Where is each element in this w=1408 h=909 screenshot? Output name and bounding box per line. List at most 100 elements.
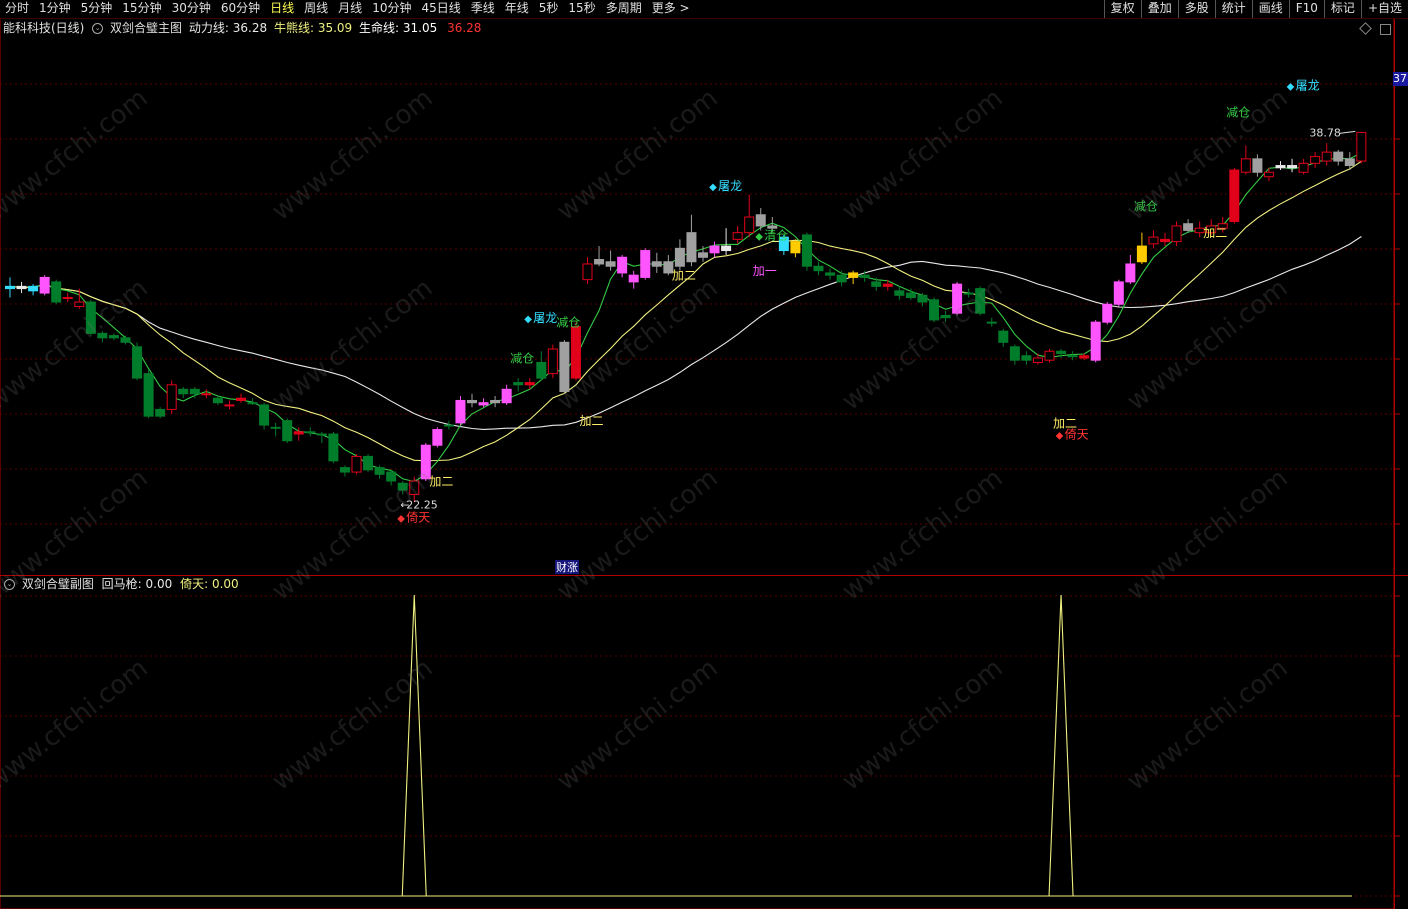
- candle[interactable]: [166, 380, 177, 414]
- candle[interactable]: [270, 422, 281, 437]
- candle[interactable]: [212, 396, 223, 405]
- candle[interactable]: [1183, 219, 1194, 233]
- candle[interactable]: [686, 214, 697, 267]
- candle[interactable]: [28, 284, 39, 296]
- candle[interactable]: [1356, 131, 1367, 164]
- period-tab[interactable]: 分时: [0, 0, 34, 18]
- tool-button[interactable]: 复权: [1103, 0, 1141, 18]
- candle[interactable]: [755, 208, 766, 231]
- candle[interactable]: [432, 427, 443, 448]
- tool-button[interactable]: 标记: [1323, 0, 1361, 18]
- candle[interactable]: [998, 328, 1009, 347]
- candle[interactable]: [85, 299, 96, 336]
- period-tab[interactable]: 日线: [265, 0, 299, 18]
- period-tab[interactable]: 周线: [299, 0, 333, 18]
- candle[interactable]: [1102, 302, 1113, 325]
- period-tab[interactable]: 更多 >: [647, 0, 695, 18]
- candle[interactable]: [790, 239, 801, 258]
- candle[interactable]: [120, 335, 131, 345]
- candle[interactable]: [397, 481, 408, 495]
- candle[interactable]: [1240, 145, 1251, 175]
- candle[interactable]: [259, 402, 270, 430]
- candle[interactable]: [282, 418, 293, 443]
- tool-button[interactable]: 多股: [1177, 0, 1215, 18]
- candle[interactable]: [1252, 154, 1263, 177]
- period-tab[interactable]: 月线: [333, 0, 367, 18]
- sub-indicator-name[interactable]: 双剑合璧副图: [22, 577, 94, 591]
- candle[interactable]: [721, 228, 732, 256]
- candle[interactable]: [1310, 152, 1321, 168]
- period-tab[interactable]: 45日线: [416, 0, 465, 18]
- candle[interactable]: [1275, 161, 1286, 171]
- candle[interactable]: [1263, 167, 1274, 182]
- candle[interactable]: [674, 239, 685, 271]
- tool-button[interactable]: +自选: [1360, 0, 1408, 18]
- candle[interactable]: [51, 279, 62, 305]
- candle[interactable]: [836, 270, 847, 287]
- candle[interactable]: [1171, 221, 1182, 247]
- period-tab[interactable]: 10分钟: [367, 0, 416, 18]
- tool-button[interactable]: 统计: [1214, 0, 1252, 18]
- candle[interactable]: [986, 317, 997, 327]
- candle[interactable]: [1333, 149, 1344, 166]
- candle[interactable]: [882, 279, 893, 291]
- candle[interactable]: [1032, 353, 1043, 365]
- tool-button[interactable]: F10: [1288, 0, 1324, 18]
- candle[interactable]: [801, 232, 812, 271]
- tool-button[interactable]: 叠加: [1140, 0, 1178, 18]
- period-tab[interactable]: 季线: [466, 0, 500, 18]
- tool-button[interactable]: 画线: [1251, 0, 1289, 18]
- candle[interactable]: [201, 389, 212, 399]
- candle[interactable]: [651, 252, 662, 273]
- candle[interactable]: [178, 387, 189, 399]
- candle[interactable]: [5, 277, 15, 298]
- period-tab[interactable]: 5秒: [534, 0, 564, 18]
- candle[interactable]: [929, 297, 939, 323]
- settings-circle-icon[interactable]: ⌄: [92, 23, 104, 34]
- candle[interactable]: [386, 469, 397, 486]
- period-tab[interactable]: 1分钟: [34, 0, 76, 18]
- period-tab[interactable]: 5分钟: [76, 0, 118, 18]
- candle[interactable]: [363, 454, 374, 473]
- candle[interactable]: [813, 261, 824, 276]
- candle[interactable]: [894, 286, 905, 300]
- candle[interactable]: [143, 369, 154, 419]
- candle[interactable]: [559, 340, 570, 394]
- candle[interactable]: [709, 241, 720, 258]
- candle[interactable]: [305, 427, 316, 437]
- candle[interactable]: [744, 194, 755, 238]
- candle[interactable]: [940, 310, 951, 323]
- candle[interactable]: [97, 331, 108, 343]
- candle[interactable]: [224, 400, 235, 410]
- candle[interactable]: [39, 275, 50, 296]
- candle[interactable]: [132, 342, 143, 381]
- candle[interactable]: [582, 257, 593, 285]
- stock-name[interactable]: 能科科技(日线): [3, 21, 84, 35]
- candle[interactable]: [524, 378, 535, 390]
- candle[interactable]: [605, 250, 616, 271]
- candle[interactable]: [316, 431, 327, 443]
- candle[interactable]: [1090, 319, 1101, 363]
- candle[interactable]: [570, 322, 581, 381]
- candle[interactable]: [16, 281, 27, 294]
- candle[interactable]: [536, 351, 547, 381]
- candle[interactable]: [490, 396, 501, 408]
- candle[interactable]: [825, 268, 836, 280]
- candle[interactable]: [1321, 143, 1332, 166]
- candle[interactable]: [963, 288, 974, 298]
- candle[interactable]: [1148, 230, 1159, 249]
- candle[interactable]: [351, 454, 362, 475]
- candle[interactable]: [975, 286, 986, 316]
- candle[interactable]: [62, 293, 73, 303]
- candle[interactable]: [617, 255, 628, 278]
- candle[interactable]: [1009, 344, 1020, 365]
- candle[interactable]: [339, 465, 350, 477]
- candle[interactable]: [467, 393, 477, 408]
- period-tab[interactable]: 15分钟: [117, 0, 166, 18]
- candle[interactable]: [848, 270, 859, 285]
- period-tab[interactable]: 30分钟: [167, 0, 216, 18]
- period-tab[interactable]: 60分钟: [216, 0, 265, 18]
- candle[interactable]: [108, 333, 119, 341]
- period-tab[interactable]: 15秒: [563, 0, 600, 18]
- candle[interactable]: [1021, 351, 1032, 365]
